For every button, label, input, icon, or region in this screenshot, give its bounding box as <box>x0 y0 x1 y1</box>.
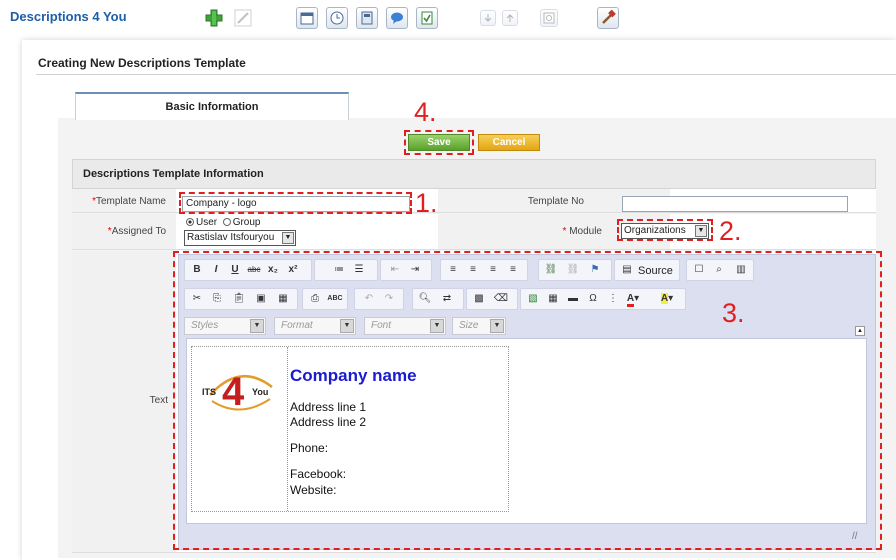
template-no-label: Template No <box>527 196 584 207</box>
export-arrow-down-icon[interactable] <box>480 10 496 26</box>
find-duplicates-icon[interactable] <box>540 9 558 27</box>
title-divider <box>36 74 896 75</box>
template-no-input[interactable] <box>622 196 848 212</box>
annotation-number-3: 3. <box>722 298 745 328</box>
section-header: Descriptions Template Information <box>72 159 876 189</box>
calendar-icon[interactable] <box>296 7 318 29</box>
annotation-box-save <box>404 130 474 155</box>
assigned-to-label: *Assigned To <box>107 226 166 237</box>
annotation-box-template-name <box>179 192 412 214</box>
chat-icon[interactable] <box>386 7 408 29</box>
edit-icon[interactable] <box>232 7 254 29</box>
calculator-icon[interactable] <box>356 7 378 29</box>
annotation-number-4: 4. <box>414 97 437 127</box>
export-arrow-up-icon[interactable] <box>502 10 518 26</box>
top-toolbar: Descriptions 4 You <box>0 0 896 38</box>
cancel-button[interactable]: Cancel <box>478 134 540 151</box>
app-title[interactable]: Descriptions 4 You <box>10 9 127 24</box>
assigned-radio-group: User Group <box>186 217 260 228</box>
radio-group[interactable] <box>222 218 231 226</box>
annotation-number-1: 1. <box>415 188 438 218</box>
template-name-label: *Template Name <box>92 196 166 207</box>
settings-hammer-icon[interactable] <box>597 7 619 29</box>
tab-basic-information[interactable]: Basic Information <box>75 92 349 120</box>
add-icon[interactable] <box>203 7 225 29</box>
page-title: Creating New Descriptions Template <box>38 56 246 70</box>
annotation-box-module <box>617 219 713 241</box>
import-icon[interactable] <box>416 7 438 29</box>
assigned-user-select[interactable]: Rastislav Itsfouryou ▼ <box>184 230 296 246</box>
annotation-number-2: 2. <box>719 216 742 246</box>
annotation-box-editor <box>173 251 882 550</box>
chevron-down-icon: ▼ <box>282 232 294 244</box>
module-label: * Module <box>562 226 603 237</box>
clock-icon[interactable] <box>326 7 348 29</box>
text-label: Text <box>149 395 168 406</box>
radio-group-label: Group <box>232 217 261 228</box>
radio-user[interactable] <box>186 218 194 226</box>
radio-user-label: User <box>196 217 218 228</box>
